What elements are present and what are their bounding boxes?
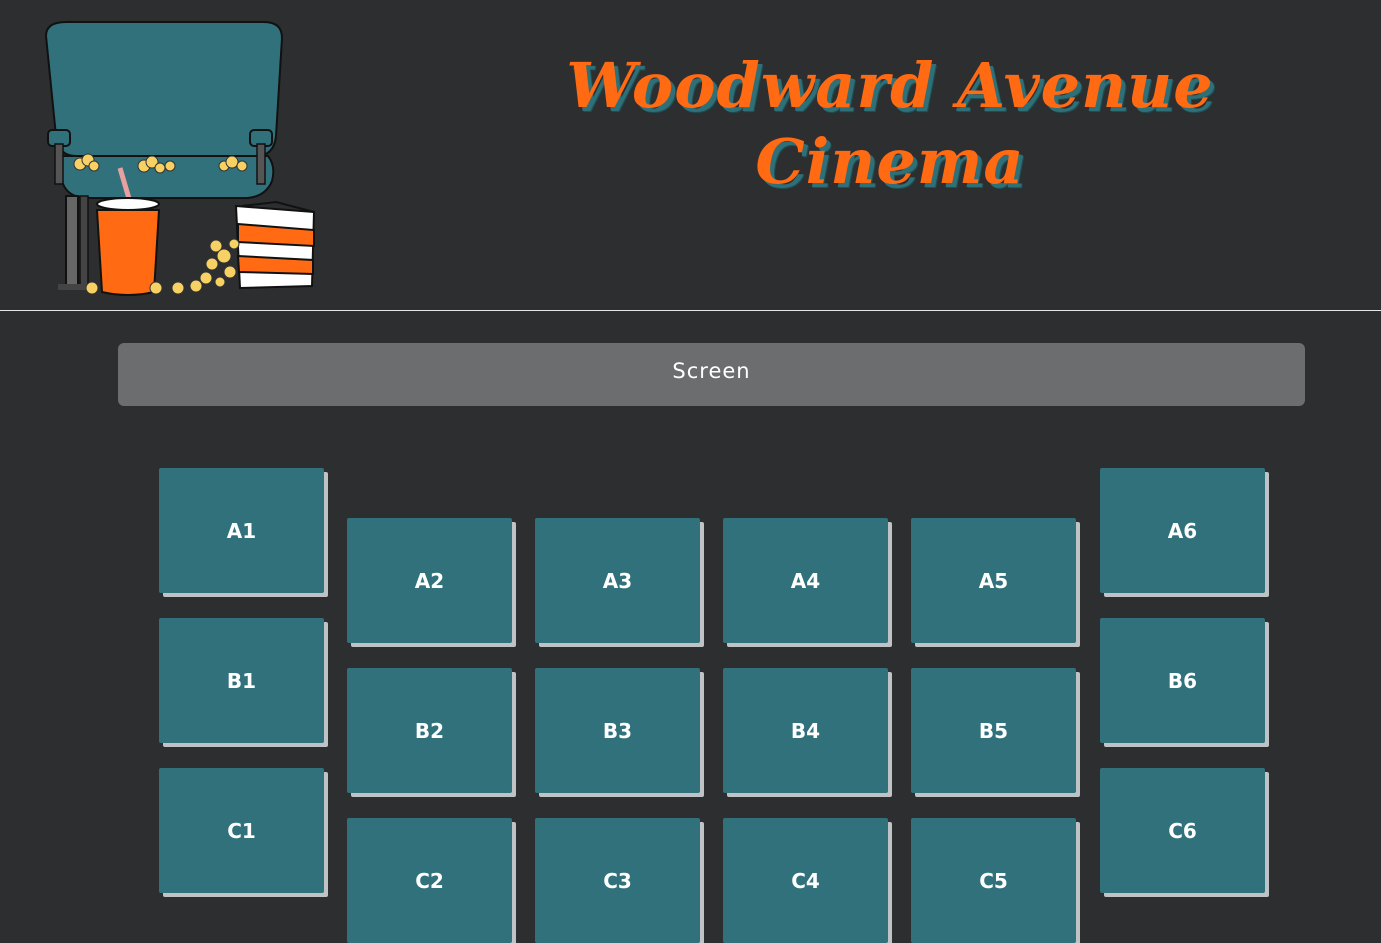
seat-a2[interactable]: A2 bbox=[347, 518, 512, 643]
cinema-title: Woodward Avenue Cinema bbox=[460, 48, 1320, 208]
seat-a6[interactable]: A6 bbox=[1100, 468, 1265, 593]
seat-b2[interactable]: B2 bbox=[347, 668, 512, 793]
seat-b1[interactable]: B1 bbox=[159, 618, 324, 743]
title-line-1: Woodward Avenue bbox=[566, 49, 1214, 122]
seat-c3[interactable]: C3 bbox=[535, 818, 700, 943]
seat-b4[interactable]: B4 bbox=[723, 668, 888, 793]
seat-c2[interactable]: C2 bbox=[347, 818, 512, 943]
seat-c6[interactable]: C6 bbox=[1100, 768, 1265, 893]
seat-b5[interactable]: B5 bbox=[911, 668, 1076, 793]
screen-indicator: Screen bbox=[118, 343, 1305, 406]
seat-a4[interactable]: A4 bbox=[723, 518, 888, 643]
seat-c4[interactable]: C4 bbox=[723, 818, 888, 943]
cinema-seat-logo-icon bbox=[44, 21, 316, 296]
seat-a1[interactable]: A1 bbox=[159, 468, 324, 593]
seat-c5[interactable]: C5 bbox=[911, 818, 1076, 943]
title-line-2: Cinema bbox=[755, 125, 1025, 198]
seat-b6[interactable]: B6 bbox=[1100, 618, 1265, 743]
site-header: Woodward Avenue Cinema bbox=[0, 0, 1381, 311]
seat-c1[interactable]: C1 bbox=[159, 768, 324, 893]
seat-a3[interactable]: A3 bbox=[535, 518, 700, 643]
seat-a5[interactable]: A5 bbox=[911, 518, 1076, 643]
seat-b3[interactable]: B3 bbox=[535, 668, 700, 793]
